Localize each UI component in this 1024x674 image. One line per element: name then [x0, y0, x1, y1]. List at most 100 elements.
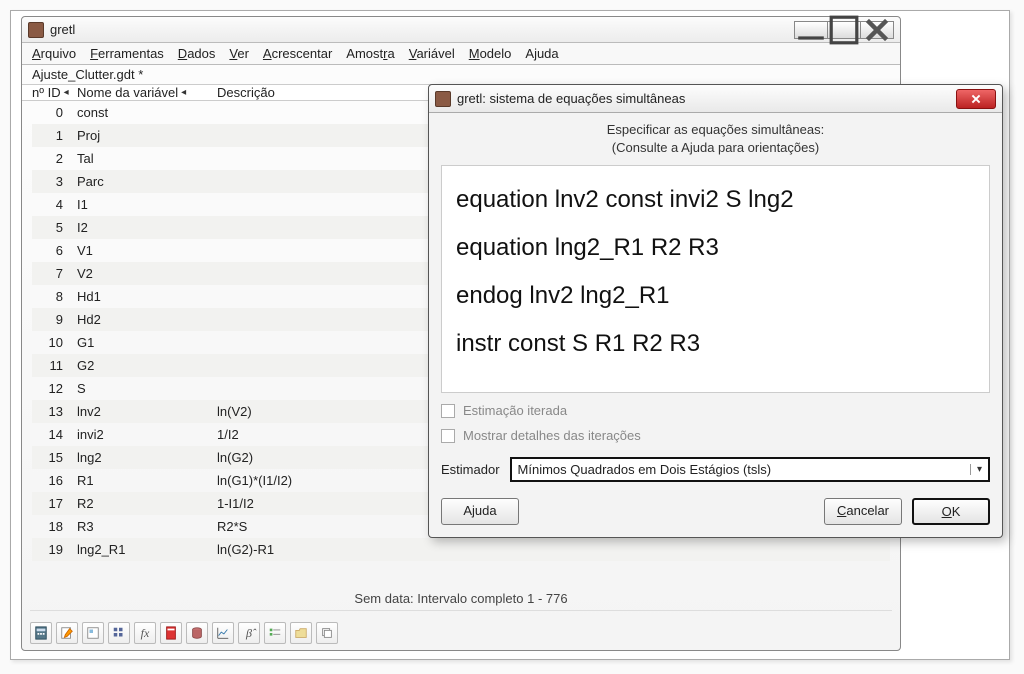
- ok-button[interactable]: OK: [912, 498, 990, 525]
- var-name: V1: [77, 243, 217, 258]
- menu-item[interactable]: Acrescentar: [263, 46, 332, 61]
- main-title: gretl: [50, 22, 75, 37]
- folder-icon[interactable]: [290, 622, 312, 644]
- col-desc-label: Descrição: [217, 85, 275, 100]
- cancel-button[interactable]: Cancelar: [824, 498, 902, 525]
- var-id: 9: [32, 312, 77, 327]
- database-icon[interactable]: [186, 622, 208, 644]
- edit-icon[interactable]: [56, 622, 78, 644]
- col-name-label: Nome da variável: [77, 85, 178, 100]
- var-id: 13: [32, 404, 77, 419]
- var-name: Hd2: [77, 312, 217, 327]
- equation-line: endog lnv2 lng2_R1: [456, 282, 975, 310]
- var-desc: ln(G2)-R1: [217, 542, 890, 557]
- var-id: 14: [32, 427, 77, 442]
- var-id: 7: [32, 266, 77, 281]
- var-name: S: [77, 381, 217, 396]
- statusbar: Sem data: Intervalo completo 1 - 776: [30, 587, 892, 611]
- help-button[interactable]: Ajuda: [441, 498, 519, 525]
- main-titlebar[interactable]: gretl: [22, 17, 900, 43]
- var-name: Proj: [77, 128, 217, 143]
- beta-icon[interactable]: β̂: [238, 622, 260, 644]
- estimator-select[interactable]: Mínimos Quadrados em Dois Estágios (tsls…: [510, 457, 990, 482]
- dialog-close-button[interactable]: [956, 89, 996, 109]
- dialog-title: gretl: sistema de equações simultâneas: [457, 91, 685, 106]
- var-id: 19: [32, 542, 77, 557]
- var-id: 15: [32, 450, 77, 465]
- sort-icon: ◂: [64, 87, 69, 98]
- pdf-icon[interactable]: [160, 622, 182, 644]
- var-id: 5: [32, 220, 77, 235]
- menubar[interactable]: Arquivo Ferramentas Dados Ver Acrescentar Amo…: [22, 43, 900, 65]
- grid-icon[interactable]: [108, 622, 130, 644]
- col-id-label: nº ID: [32, 85, 61, 100]
- checkbox-label: Estimação iterada: [463, 403, 567, 418]
- var-name: const: [77, 105, 217, 120]
- bottom-toolbar: fx β̂: [30, 622, 338, 644]
- table-row[interactable]: 19lng2_R1ln(G2)-R1: [32, 538, 890, 561]
- var-id: 10: [32, 335, 77, 350]
- var-id: 8: [32, 289, 77, 304]
- var-name: G1: [77, 335, 217, 350]
- equation-editor[interactable]: equation lnv2 const invi2 S lng2 equation…: [441, 165, 990, 393]
- equations-dialog: gretl: sistema de equações simultâneas E…: [428, 84, 1003, 538]
- menu-item[interactable]: Ajuda: [525, 46, 558, 61]
- dialog-instructions: Especificar as equações simultâneas: (Co…: [441, 121, 990, 157]
- estimator-label: Estimador: [441, 462, 500, 477]
- var-id: 1: [32, 128, 77, 143]
- var-id: 3: [32, 174, 77, 189]
- app-icon: [28, 22, 44, 38]
- menu-item[interactable]: Dados: [178, 46, 216, 61]
- menu-item[interactable]: Arquivo: [32, 46, 76, 61]
- var-name: lng2: [77, 450, 217, 465]
- var-name: R1: [77, 473, 217, 488]
- var-id: 2: [32, 151, 77, 166]
- var-id: 6: [32, 243, 77, 258]
- list-icon[interactable]: [264, 622, 286, 644]
- var-name: lnv2: [77, 404, 217, 419]
- estimator-value: Mínimos Quadrados em Dois Estágios (tsls…: [518, 462, 772, 477]
- menu-item[interactable]: Variável: [409, 46, 455, 61]
- var-id: 0: [32, 105, 77, 120]
- menu-item[interactable]: Amostra: [346, 46, 394, 61]
- var-id: 12: [32, 381, 77, 396]
- close-button[interactable]: [860, 21, 894, 39]
- chevron-down-icon: ▾: [970, 464, 982, 475]
- menu-item[interactable]: Ver: [229, 46, 249, 61]
- var-id: 11: [32, 358, 77, 373]
- minimize-button[interactable]: [794, 21, 828, 39]
- var-name: V2: [77, 266, 217, 281]
- var-name: Tal: [77, 151, 217, 166]
- var-name: I2: [77, 220, 217, 235]
- var-name: R2: [77, 496, 217, 511]
- equation-line: equation lnv2 const invi2 S lng2: [456, 186, 975, 214]
- fx-icon[interactable]: fx: [134, 622, 156, 644]
- show-details-checkbox[interactable]: Mostrar detalhes das iterações: [441, 428, 990, 443]
- checkbox-icon: [441, 429, 455, 443]
- var-name: Hd1: [77, 289, 217, 304]
- var-name: R3: [77, 519, 217, 534]
- maximize-button[interactable]: [827, 21, 861, 39]
- var-id: 17: [32, 496, 77, 511]
- checkbox-label: Mostrar detalhes das iterações: [463, 428, 641, 443]
- dialog-titlebar[interactable]: gretl: sistema de equações simultâneas: [429, 85, 1002, 113]
- var-id: 18: [32, 519, 77, 534]
- equation-line: equation lng2_R1 R2 R3: [456, 234, 975, 262]
- menu-item[interactable]: Modelo: [469, 46, 512, 61]
- sort-icon: ◂: [181, 87, 186, 98]
- var-id: 16: [32, 473, 77, 488]
- var-name: G2: [77, 358, 217, 373]
- windows-icon[interactable]: [316, 622, 338, 644]
- app-icon: [435, 91, 451, 107]
- calculator-icon[interactable]: [30, 622, 52, 644]
- var-name: invi2: [77, 427, 217, 442]
- desktop-frame: gretl Arquivo Ferramentas Dados Ver Acrescen…: [10, 10, 1010, 660]
- iterated-checkbox[interactable]: Estimação iterada: [441, 403, 990, 418]
- equation-line: instr const S R1 R2 R3: [456, 330, 975, 358]
- plot-icon[interactable]: [212, 622, 234, 644]
- session-icon[interactable]: [82, 622, 104, 644]
- filename-label: Ajuste_Clutter.gdt *: [22, 65, 900, 85]
- var-name: lng2_R1: [77, 542, 217, 557]
- menu-item[interactable]: Ferramentas: [90, 46, 164, 61]
- var-id: 4: [32, 197, 77, 212]
